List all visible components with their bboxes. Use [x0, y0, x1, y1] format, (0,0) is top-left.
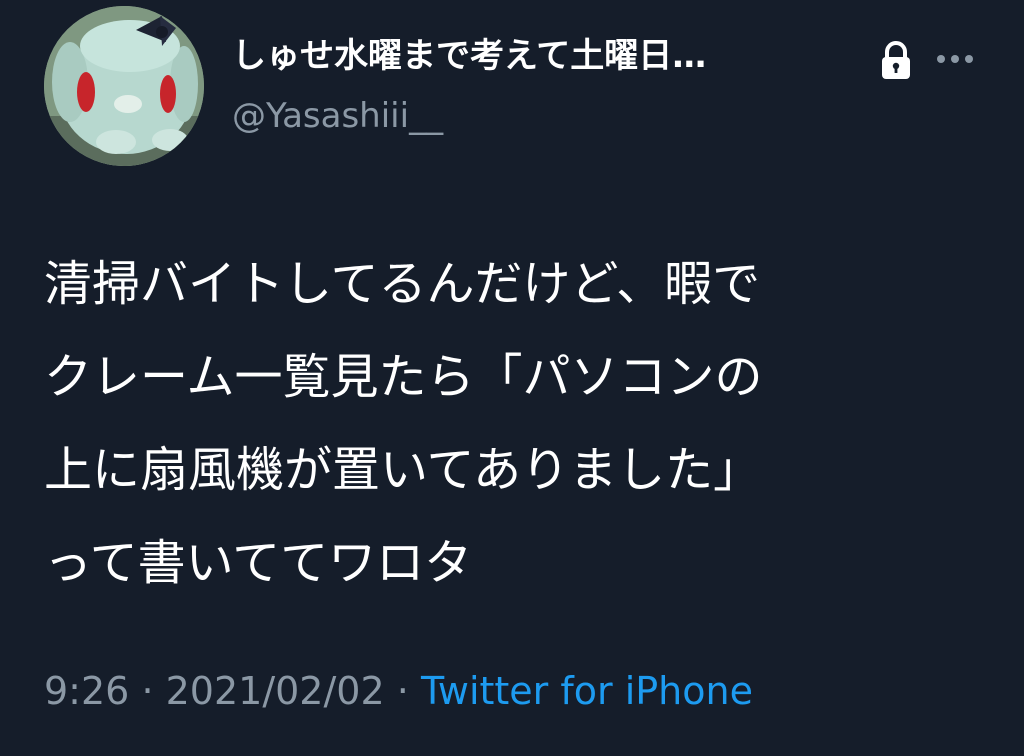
tweet-text: 清掃バイトしてるんだけど、暇で クレーム一覧見たら「パソコンの 上に扇風機が置い…	[44, 238, 984, 610]
tweet-text-line: 清掃バイトしてるんだけど、暇で	[44, 256, 761, 312]
display-name[interactable]: しゅせ水曜まで考えて土曜日…	[232, 32, 852, 80]
meta-separator: ·	[396, 669, 409, 713]
tweet: しゅせ水曜まで考えて土曜日… @Yasashiii__ 清掃バイトしてるんだけど…	[0, 0, 1024, 756]
avatar[interactable]	[44, 6, 204, 166]
plush-toy-avatar-icon	[44, 6, 204, 166]
tweet-text-line: クレーム一覧見たら「パソコンの	[44, 349, 763, 405]
tweet-date[interactable]: 2021/02/02	[166, 669, 385, 713]
tweet-text-line: 上に扇風機が置いてありました」	[44, 442, 762, 498]
tweet-source-link[interactable]: Twitter for iPhone	[421, 669, 753, 713]
tweet-meta: 9:26 · 2021/02/02 · Twitter for iPhone	[44, 664, 753, 718]
lock-icon	[874, 38, 918, 82]
username-handle[interactable]: @Yasashiii__	[232, 92, 852, 140]
more-horizontal-icon[interactable]	[934, 44, 976, 74]
tweet-text-line: って書いててワロタ	[44, 535, 473, 591]
tweet-time[interactable]: 9:26	[44, 669, 129, 713]
user-info: しゅせ水曜まで考えて土曜日… @Yasashiii__	[232, 32, 852, 140]
meta-separator: ·	[141, 669, 154, 713]
